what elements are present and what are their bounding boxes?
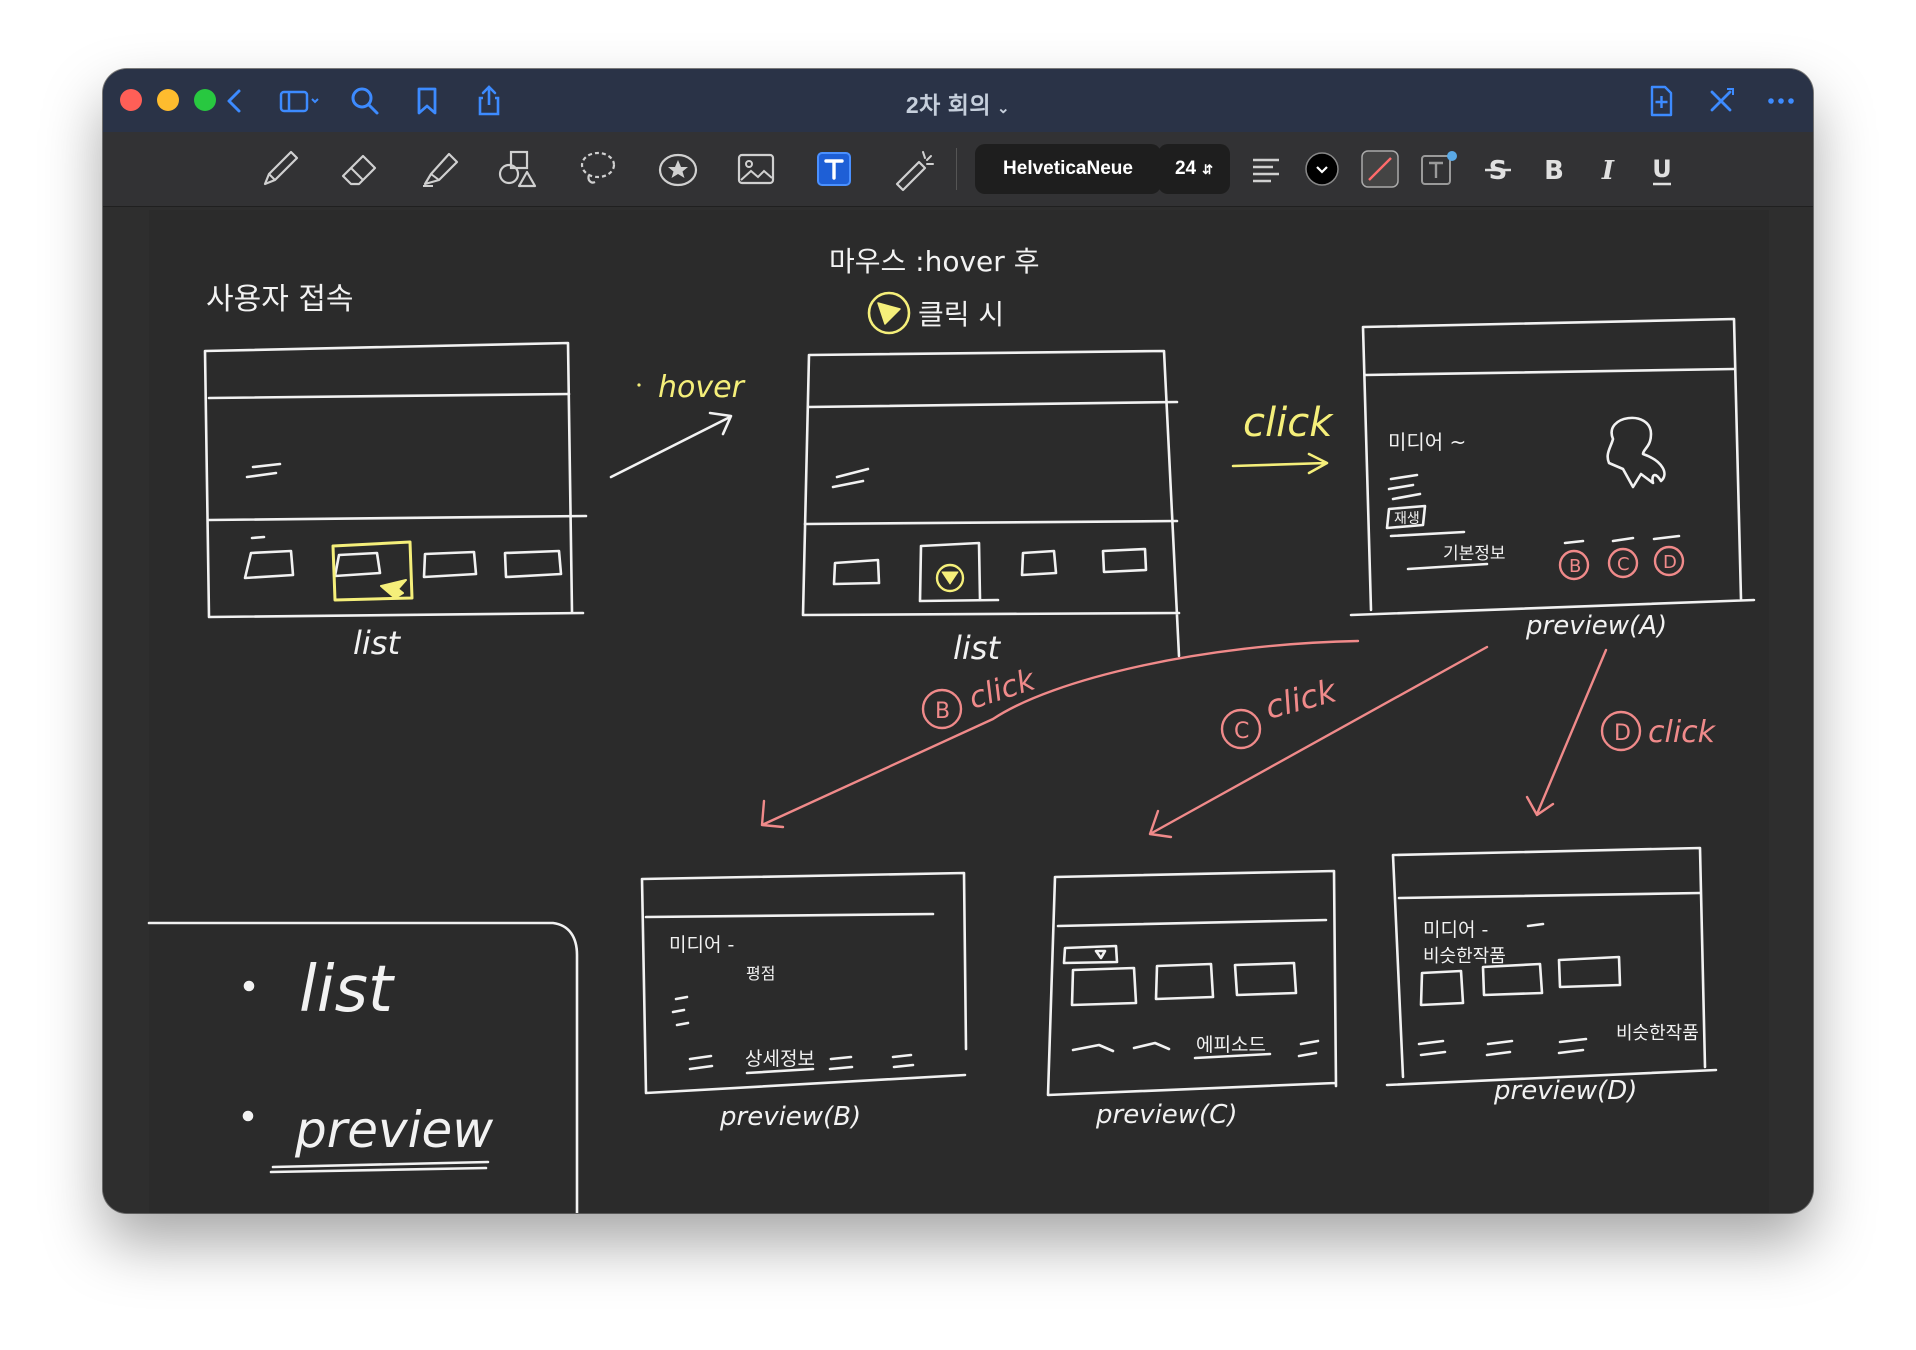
italic-icon[interactable]: I: [1585, 146, 1631, 192]
lasso-tool-icon[interactable]: [575, 146, 621, 192]
sticker-tool-icon[interactable]: [655, 146, 701, 192]
font-size-selector[interactable]: 24 ⇵: [1158, 144, 1230, 194]
text-style-icon[interactable]: [1415, 146, 1461, 192]
laser-pointer-icon[interactable]: [889, 146, 935, 192]
highlighter-tool-icon[interactable]: [417, 146, 463, 192]
font-family-selector[interactable]: HelveticaNeue: [975, 144, 1161, 194]
font-size-value: 24: [1174, 158, 1197, 179]
fill-none-icon[interactable]: [1357, 146, 1403, 192]
svg-text:I: I: [1601, 156, 1615, 186]
more-options-icon[interactable]: [1763, 83, 1799, 119]
shapes-tool-icon[interactable]: [495, 146, 541, 192]
svg-text:B: B: [1544, 156, 1564, 186]
svg-text:U: U: [1652, 155, 1672, 183]
eraser-tool-icon[interactable]: [337, 146, 383, 192]
app-window: 2차 회의 ⌄ HelveticaNeue 24 ⇵ S B I U 사용자 접…: [103, 69, 1813, 1213]
drawing-toolbar: HelveticaNeue 24 ⇵ S B I U: [103, 132, 1813, 207]
stepper-chevrons-icon: ⇵: [1202, 162, 1214, 177]
bold-icon[interactable]: B: [1531, 146, 1577, 192]
align-left-icon[interactable]: [1243, 146, 1289, 192]
note-page[interactable]: [149, 210, 1769, 1213]
strikethrough-icon[interactable]: S: [1475, 146, 1521, 192]
document-title-text: 2차 회의: [905, 92, 992, 118]
title-chevron-down-icon: ⌄: [997, 100, 1011, 117]
toolbar-divider: [956, 148, 957, 190]
underline-icon[interactable]: U: [1639, 146, 1685, 192]
image-tool-icon[interactable]: [733, 146, 779, 192]
pen-tool-icon[interactable]: [257, 146, 303, 192]
add-page-icon[interactable]: [1643, 83, 1679, 119]
document-title[interactable]: 2차 회의 ⌄: [103, 86, 1813, 120]
title-bar: 2차 회의 ⌄: [103, 69, 1813, 132]
text-tool-icon[interactable]: [811, 146, 857, 192]
close-tools-icon[interactable]: [1703, 83, 1739, 119]
text-color-picker-icon[interactable]: [1299, 146, 1345, 192]
